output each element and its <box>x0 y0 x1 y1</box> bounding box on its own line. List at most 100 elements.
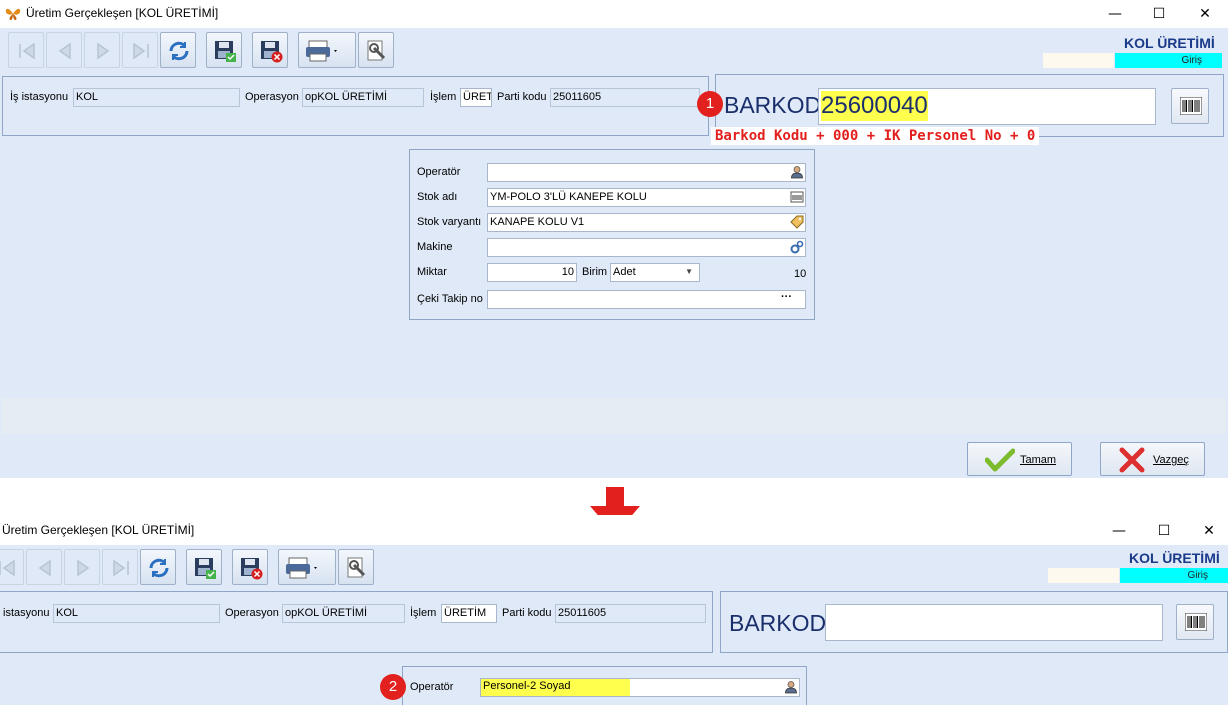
cancel-label: Vazgeç <box>1153 454 1189 466</box>
gears-icon[interactable] <box>790 240 804 254</box>
save-button[interactable] <box>186 549 222 585</box>
delete-button[interactable] <box>252 32 288 68</box>
settings-button[interactable] <box>358 32 394 68</box>
chevron-down-icon: ▼ <box>685 267 693 276</box>
printer-icon <box>286 557 317 579</box>
first-record-button[interactable] <box>8 32 44 68</box>
stok-adi-field[interactable]: YM-POLO 3'LÜ KANEPE KOLU <box>487 188 806 207</box>
minimize-icon[interactable]: — <box>1096 517 1142 545</box>
module-title: KOL ÜRETİMİ <box>1124 35 1215 51</box>
window-body-2: KOL ÜRETİMİ Giriş istasyonu KOL Operasyo… <box>0 545 1228 705</box>
islem-field-2[interactable]: ÜRETİM <box>441 604 497 623</box>
refresh-button[interactable] <box>160 32 196 68</box>
barkod-value: 25600040 <box>821 91 928 121</box>
barcode-scan-button[interactable] <box>1171 88 1209 124</box>
ellipsis-icon[interactable]: ··· <box>781 291 792 303</box>
stok-varyanti-label: Stok varyantı <box>417 216 482 228</box>
window-title: Üretim Gerçekleşen [KOL ÜRETİMİ] <box>26 6 219 20</box>
production-form: Operatör Stok adı YM-POLO 3'LÜ KANEPE KO… <box>409 149 815 320</box>
window-title-2: Üretim Gerçekleşen [KOL ÜRETİMİ] <box>2 523 195 537</box>
miktar-field[interactable]: 10 <box>487 263 577 282</box>
person-icon[interactable] <box>784 680 798 694</box>
mode-indicator-2: Giriş <box>1120 568 1228 583</box>
info-group: İş istasyonu KOL Operasyon opKOL ÜRETİMİ… <box>2 76 709 136</box>
ok-label: Tamam <box>1020 454 1057 466</box>
save-button[interactable] <box>206 32 242 68</box>
first-record-icon <box>0 559 15 577</box>
maximize-icon[interactable]: ☐ <box>1136 0 1182 28</box>
step-1-badge: 1 <box>697 91 723 117</box>
previous-icon <box>38 559 51 577</box>
operasyon-label-2: Operasyon <box>225 607 279 619</box>
print-button[interactable] <box>298 32 356 68</box>
delete-icon <box>261 41 283 63</box>
info-group-2: istasyonu KOL Operasyon opKOL ÜRETİMİ İş… <box>0 591 713 653</box>
cancel-button[interactable]: Vazgeç <box>1100 442 1205 476</box>
wrench-icon <box>367 40 386 61</box>
parti-kodu-field[interactable]: 25011605 <box>550 88 700 107</box>
parti-kodu-label: Parti kodu <box>497 91 547 103</box>
step-2-badge: 2 <box>380 674 406 700</box>
operator-field-2[interactable]: Personel-2 Soyad <box>480 678 800 697</box>
maximize-icon[interactable]: ☐ <box>1141 517 1187 545</box>
close-icon[interactable]: ✕ <box>1182 0 1228 28</box>
birim-value: Adet <box>613 266 636 278</box>
islem-label-2: İşlem <box>410 607 437 619</box>
close-icon[interactable]: ✕ <box>1186 517 1228 545</box>
check-icon <box>985 448 1015 472</box>
operator-value-2: Personel-2 Soyad <box>481 679 630 696</box>
first-record-button[interactable] <box>0 549 24 585</box>
parti-kodu-field-2[interactable]: 25011605 <box>555 604 706 623</box>
barkod-input[interactable]: 25600040 <box>818 88 1156 125</box>
miktar-label: Miktar <box>417 266 447 278</box>
operasyon-field-2[interactable]: opKOL ÜRETİMİ <box>282 604 405 623</box>
ok-button[interactable]: Tamam <box>967 442 1072 476</box>
parti-kodu-label-2: Parti kodu <box>502 607 552 619</box>
birim-select[interactable]: Adet ▼ <box>610 263 700 282</box>
last-record-icon <box>133 42 149 60</box>
print-button[interactable] <box>278 549 336 585</box>
status-strip <box>2 398 1226 434</box>
cross-icon <box>1119 447 1145 473</box>
barkod-group-2: BARKOD <box>720 591 1228 653</box>
mode-blank <box>1043 53 1114 68</box>
person-icon[interactable] <box>790 165 804 179</box>
settings-button[interactable] <box>338 549 374 585</box>
next-record-button[interactable] <box>64 549 100 585</box>
list-icon[interactable] <box>790 190 804 204</box>
printer-icon <box>306 40 337 62</box>
module-title-2: KOL ÜRETİMİ <box>1129 550 1220 566</box>
operasyon-label: Operasyon <box>245 91 299 103</box>
save-icon <box>215 41 236 62</box>
islem-field[interactable]: ÜRETİ <box>460 88 492 107</box>
bottom-window: Üretim Gerçekleşen [KOL ÜRETİMİ] — ☐ ✕ K… <box>0 515 1228 705</box>
is-istasyonu-field-2[interactable]: KOL <box>53 604 220 623</box>
barkod-label-2: BARKOD <box>729 610 827 636</box>
next-icon <box>77 559 90 577</box>
makine-field[interactable] <box>487 238 806 257</box>
refresh-button[interactable] <box>140 549 176 585</box>
previous-record-button[interactable] <box>26 549 62 585</box>
last-record-button[interactable] <box>102 549 138 585</box>
tag-icon[interactable] <box>790 215 804 229</box>
minimize-icon[interactable]: — <box>1092 0 1138 28</box>
is-istasyonu-field[interactable]: KOL <box>73 88 240 107</box>
miktar-value: 10 <box>561 266 574 278</box>
production-form-2: Operatör Personel-2 Soyad <box>402 666 807 705</box>
barkod-input-2[interactable] <box>825 604 1163 641</box>
is-istasyonu-label-2: istasyonu <box>3 607 50 619</box>
last-record-button[interactable] <box>122 32 158 68</box>
barcode-scan-button-2[interactable] <box>1176 604 1214 640</box>
first-record-icon <box>19 42 35 60</box>
save-icon <box>195 558 216 579</box>
mode-indicator: Giriş <box>1115 53 1222 68</box>
stok-varyanti-field[interactable]: KANAPE KOLU V1 <box>487 213 806 232</box>
delete-button[interactable] <box>232 549 268 585</box>
previous-record-button[interactable] <box>46 32 82 68</box>
operator-field[interactable] <box>487 163 806 182</box>
next-record-button[interactable] <box>84 32 120 68</box>
barkod-label: BARKOD <box>724 92 822 118</box>
operasyon-field[interactable]: opKOL ÜRETİMİ <box>302 88 424 107</box>
makine-label: Makine <box>417 241 453 253</box>
ceki-takip-field[interactable] <box>487 290 806 309</box>
